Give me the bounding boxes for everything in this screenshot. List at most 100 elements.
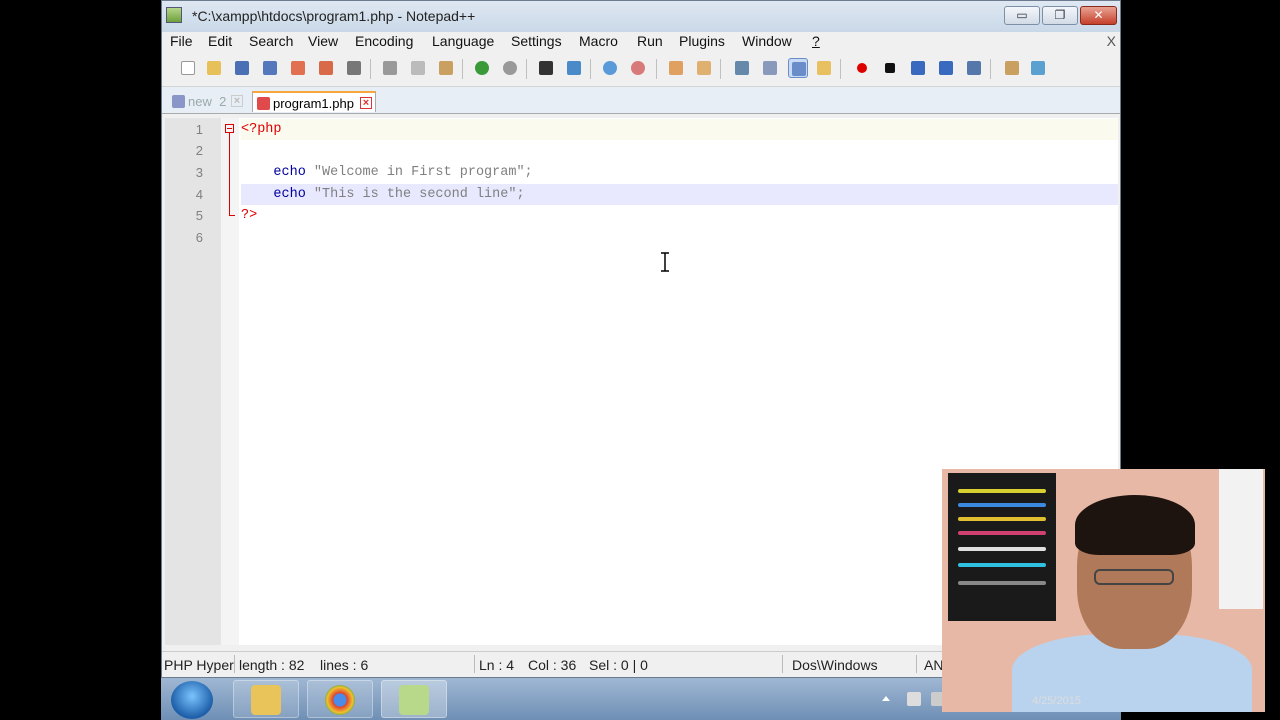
paste-icon[interactable] (436, 58, 456, 78)
status-ln: Ln : 4 (479, 657, 515, 673)
plugin-icon[interactable] (1002, 58, 1022, 78)
line-number: 1 (195, 122, 203, 137)
status-encoding: AN (924, 657, 944, 673)
keyword: echo (273, 187, 306, 202)
fold-end (229, 215, 235, 216)
clock-date: 4/25/2015 (1032, 695, 1081, 707)
menu-search[interactable]: Search (249, 33, 293, 49)
action-center-icon[interactable] (907, 692, 921, 706)
status-eol: Dos\Windows (792, 657, 878, 673)
menu-help[interactable]: ? (812, 33, 820, 49)
modified-file-icon (257, 97, 270, 110)
undo-icon[interactable] (472, 58, 492, 78)
code-line-4: echo "This is the second line"; (241, 184, 1118, 205)
status-lines: lines : 6 (320, 657, 369, 673)
redo-icon[interactable] (500, 58, 520, 78)
stop-macro-icon[interactable] (880, 58, 900, 78)
document-tabs: new 2 × program1.php × (162, 87, 1120, 114)
menu-bar: File Edit Search View Encoding Language … (162, 32, 1120, 52)
fold-line (229, 133, 230, 216)
line-number: 2 (195, 143, 203, 158)
maximize-button[interactable]: ❐ (1042, 6, 1078, 25)
menu-language[interactable]: Language (432, 33, 494, 49)
tab-label: program1.php (273, 96, 354, 111)
print-icon[interactable] (344, 58, 364, 78)
open-file-icon[interactable] (204, 58, 224, 78)
show-hidden-icons-icon[interactable] (879, 692, 893, 706)
string-literal: "This is the second line"; (305, 187, 525, 202)
menu-window[interactable]: Window (742, 33, 792, 49)
chrome-icon (325, 685, 355, 715)
status-language: PHP Hyper (164, 657, 234, 673)
tab-new-2[interactable]: new 2 × (168, 91, 246, 112)
cut-icon[interactable] (380, 58, 400, 78)
save-icon[interactable] (232, 58, 252, 78)
fold-margin[interactable] (221, 118, 239, 645)
close-all-icon[interactable] (316, 58, 336, 78)
line-number: 3 (195, 165, 203, 180)
title-bar[interactable]: *C:\xampp\htdocs\program1.php - Notepad+… (162, 1, 1120, 32)
word-wrap-icon[interactable] (732, 58, 752, 78)
menu-run[interactable]: Run (637, 33, 663, 49)
play-macro-icon[interactable] (908, 58, 928, 78)
indent-guide-icon[interactable] (788, 58, 808, 78)
save-all-icon[interactable] (260, 58, 280, 78)
new-file-icon[interactable] (178, 58, 198, 78)
notepad-plus-plus-icon (399, 685, 429, 715)
string-literal: "Welcome in First program"; (305, 165, 533, 180)
code-line-1: <?php (241, 119, 1118, 140)
close-file-icon[interactable] (288, 58, 308, 78)
code-line-3: echo "Welcome in First program"; (241, 162, 1118, 183)
menu-settings[interactable]: Settings (511, 33, 562, 49)
find-icon[interactable] (536, 58, 556, 78)
window-title: *C:\xampp\htdocs\program1.php - Notepad+… (192, 8, 476, 24)
start-button[interactable] (171, 681, 213, 719)
fold-collapse-icon[interactable] (225, 124, 234, 133)
spell-check-icon[interactable] (1028, 58, 1048, 78)
menu-file[interactable]: File (170, 33, 193, 49)
menu-plugins[interactable]: Plugins (679, 33, 725, 49)
close-document-x[interactable]: X (1107, 33, 1116, 49)
line-number: 6 (195, 230, 203, 245)
menu-view[interactable]: View (308, 33, 338, 49)
close-button[interactable]: ✕ (1080, 6, 1117, 25)
glasses (1094, 569, 1174, 585)
user-defined-language-icon[interactable] (814, 58, 834, 78)
text-cursor-icon (661, 252, 669, 272)
minimize-button[interactable]: ▭ (1004, 6, 1040, 25)
status-length: length : 82 (239, 657, 305, 673)
sync-horizontal-icon[interactable] (694, 58, 714, 78)
sync-vertical-icon[interactable] (666, 58, 686, 78)
taskbar-chrome[interactable] (307, 680, 373, 718)
wall-poster (948, 473, 1056, 621)
menu-edit[interactable]: Edit (208, 33, 232, 49)
run-macro-multiple-icon[interactable] (936, 58, 956, 78)
menu-macro[interactable]: Macro (579, 33, 618, 49)
webcam-overlay: 4/25/2015 (942, 469, 1265, 712)
zoom-in-icon[interactable] (600, 58, 620, 78)
line-number-gutter: 1 2 3 4 5 6 (165, 118, 221, 645)
folder-icon (251, 685, 281, 715)
replace-icon[interactable] (564, 58, 584, 78)
close-icon[interactable]: × (231, 95, 243, 107)
taskbar-notepad-plus-plus[interactable] (381, 680, 447, 718)
save-macro-icon[interactable] (964, 58, 984, 78)
record-macro-icon[interactable] (852, 58, 872, 78)
menu-encoding[interactable]: Encoding (355, 33, 413, 49)
close-icon[interactable]: × (360, 97, 372, 109)
person-hair (1075, 495, 1195, 555)
zoom-out-icon[interactable] (628, 58, 648, 78)
status-col: Col : 36 (528, 657, 577, 673)
copy-icon[interactable] (408, 58, 428, 78)
toolbar (162, 52, 1120, 87)
wall-chart (1219, 469, 1263, 609)
tab-program1-php[interactable]: program1.php × (252, 91, 376, 112)
notepad-plus-plus-icon (166, 7, 182, 23)
taskbar-explorer[interactable] (233, 680, 299, 718)
line-number: 4 (195, 187, 203, 202)
show-all-characters-icon[interactable] (760, 58, 780, 78)
tab-label: new 2 (188, 94, 227, 109)
keyword: echo (273, 165, 306, 180)
